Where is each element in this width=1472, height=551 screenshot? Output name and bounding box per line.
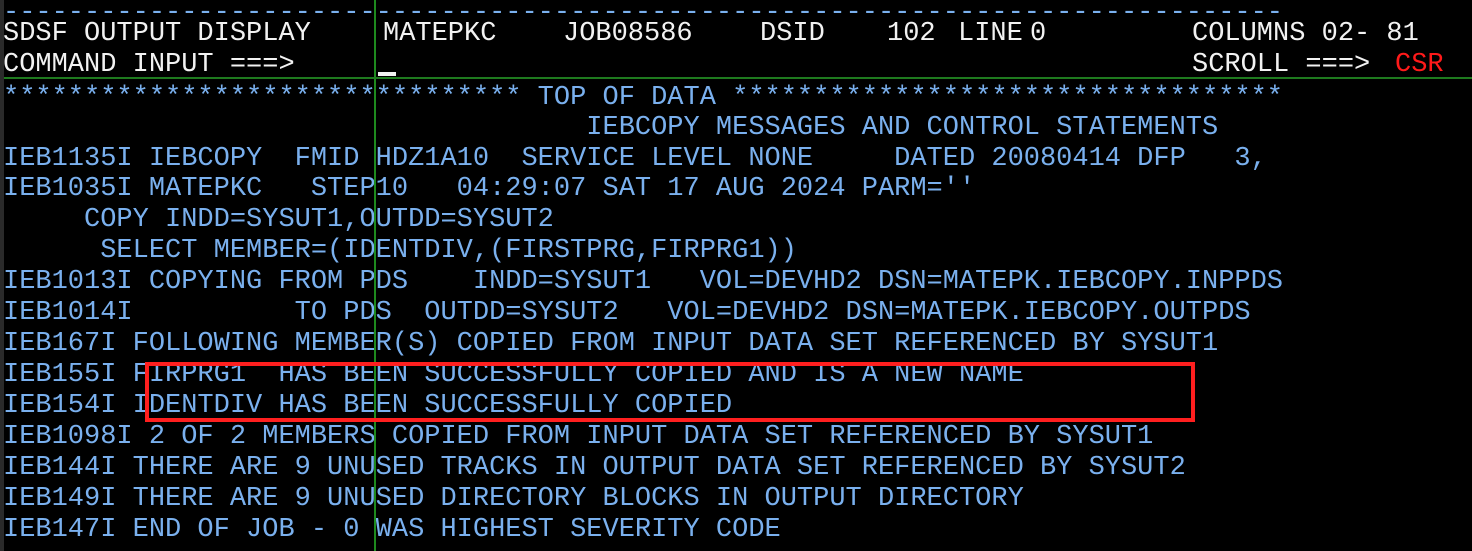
dsid-value: 102	[887, 19, 936, 49]
field-separator-vertical-header	[374, 0, 376, 78]
output-line-select: SELECT MEMBER=(IDENTDIV,(FIRSTPRG,FIRPRG…	[3, 236, 797, 266]
output-line-ieb1014i: IEB1014I TO PDS OUTDD=SYSUT2 VOL=DEVHD2 …	[3, 298, 1251, 328]
output-line-ieb167i: IEB167I FOLLOWING MEMBER(S) COPIED FROM …	[3, 329, 1219, 359]
field-separator-horizontal	[0, 77, 1472, 79]
columns-indicator: COLUMNS 02- 81	[1192, 19, 1419, 49]
output-line-banner: IEBCOPY MESSAGES AND CONTROL STATEMENTS	[3, 113, 1219, 143]
jobid-label: JOB08586	[563, 19, 693, 49]
output-line-ieb147i: IEB147I END OF JOB - 0 WAS HIGHEST SEVER…	[3, 515, 781, 545]
panel-title: SDSF OUTPUT DISPLAY	[3, 19, 311, 49]
output-line-ieb1098i: IEB1098I 2 OF 2 MEMBERS COPIED FROM INPU…	[3, 422, 1154, 452]
text-cursor	[378, 72, 396, 76]
output-line-ieb1135i: IEB1135I IEBCOPY FMID HDZ1A10 SERVICE LE…	[3, 144, 1267, 174]
output-line-ieb1035i: IEB1035I MATEPKC STEP10 04:29:07 SAT 17 …	[3, 174, 976, 204]
output-line-ieb144i: IEB144I THERE ARE 9 UNUSED TRACKS IN OUT…	[3, 453, 1186, 483]
dsid-label: DSID	[760, 19, 825, 49]
scroll-amount-value[interactable]: CSR	[1395, 50, 1444, 80]
scroll-amount-label: SCROLL ===>	[1192, 50, 1371, 80]
output-line-ieb155i: IEB155I FIRPRG1 HAS BEEN SUCCESSFULLY CO…	[3, 360, 1024, 390]
line-label: LINE	[958, 19, 1023, 49]
output-line-ieb154i: IEB154I IDENTDIV HAS BEEN SUCCESSFULLY C…	[3, 391, 733, 421]
sdsf-terminal-screen: ----------------------------------------…	[0, 0, 1472, 551]
jobname-label: MATEPKC	[383, 19, 497, 49]
command-input-label: COMMAND INPUT ===>	[3, 50, 295, 80]
screen-left-gutter	[0, 0, 4, 551]
field-separator-vertical-body	[374, 79, 376, 551]
output-line-copy: COPY INDD=SYSUT1,OUTDD=SYSUT2	[3, 205, 554, 235]
output-line-ieb1013i: IEB1013I COPYING FROM PDS INDD=SYSUT1 VO…	[3, 267, 1284, 297]
line-value: 0	[1030, 19, 1047, 49]
top-of-data-marker: ******************************** TOP OF …	[3, 83, 1284, 113]
output-line-ieb149i: IEB149I THERE ARE 9 UNUSED DIRECTORY BLO…	[3, 484, 1024, 514]
